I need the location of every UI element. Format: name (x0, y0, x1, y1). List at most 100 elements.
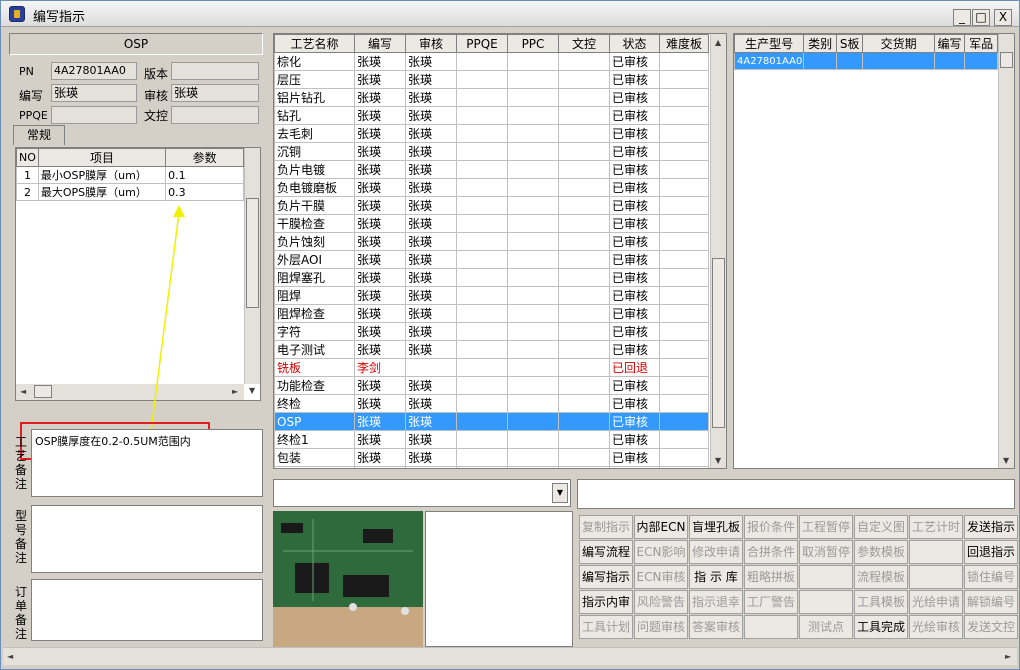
process-row[interactable]: 终检 张瑛 张瑛 已审核 (274, 394, 709, 413)
action-button[interactable] (744, 615, 798, 639)
process-row[interactable]: 铝片钻孔 张瑛 张瑛 已审核 (274, 88, 709, 107)
action-button[interactable]: 工具模板 (854, 590, 908, 614)
action-button[interactable]: 流程模板 (854, 565, 908, 589)
action-button[interactable]: 发送指示 (964, 515, 1018, 539)
action-button[interactable]: 修改申请 (689, 540, 743, 564)
action-button[interactable]: 自定义图 (854, 515, 908, 539)
process-row[interactable]: 负片蚀刻 张瑛 张瑛 已审核 (274, 232, 709, 251)
action-button[interactable]: 指 示 库 (689, 565, 743, 589)
param-vscroll-thumb[interactable] (246, 198, 259, 308)
close-button[interactable]: X (994, 9, 1012, 26)
process-row[interactable]: 终检1 张瑛 张瑛 已审核 (274, 430, 709, 449)
doc-control-field[interactable] (171, 106, 259, 124)
action-button[interactable] (799, 590, 853, 614)
param-row[interactable]: 1 最小OSP膜厚（um） 0.1 (16, 166, 244, 184)
process-row[interactable]: 负电镀磨板 张瑛 张瑛 已审核 (274, 178, 709, 197)
action-button[interactable]: 工程暂停 (799, 515, 853, 539)
process-vscroll-thumb[interactable] (712, 258, 725, 428)
process-row[interactable]: 电子测试 张瑛 张瑛 已审核 (274, 340, 709, 359)
action-button[interactable]: ECN审核 (634, 565, 688, 589)
process-row[interactable]: 负片电镀 张瑛 张瑛 已审核 (274, 160, 709, 179)
param-value[interactable]: 0.1 (165, 166, 244, 184)
action-button[interactable]: 测试点 (799, 615, 853, 639)
process-note-text[interactable]: OSP膜厚度在0.2-0.5UM范围内 (32, 430, 262, 452)
product-vscroll-thumb[interactable] (1000, 52, 1013, 68)
scroll-right-icon[interactable]: ► (232, 387, 238, 396)
tab-general[interactable]: 常规 (13, 125, 65, 145)
process-vscrollbar[interactable]: ▲ ▼ (710, 34, 726, 468)
action-button[interactable]: 报价条件 (744, 515, 798, 539)
action-button[interactable]: 复制指示 (579, 515, 633, 539)
action-button[interactable]: 粗略拼板 (744, 565, 798, 589)
scroll-up-icon[interactable]: ▲ (715, 38, 721, 47)
product-row[interactable]: 4A27801AA0 (734, 52, 998, 70)
action-button[interactable]: 编写指示 (579, 565, 633, 589)
param-hscrollbar[interactable]: ◄ ► (16, 384, 244, 400)
action-button[interactable]: 答案审核 (689, 615, 743, 639)
action-button[interactable]: 编写流程 (579, 540, 633, 564)
process-row[interactable]: 阻焊 张瑛 张瑛 已审核 (274, 286, 709, 305)
writer-field[interactable]: 张瑛 (51, 84, 137, 102)
col-status[interactable]: 状态 (609, 34, 660, 53)
action-button[interactable]: 盲埋孔板 (689, 515, 743, 539)
action-button[interactable]: 解锁编号 (964, 590, 1018, 614)
version-field[interactable] (171, 62, 259, 80)
process-row[interactable]: 外层AOI 张瑛 张瑛 已审核 (274, 250, 709, 269)
process-row[interactable]: 干膜检查 张瑛 张瑛 已审核 (274, 214, 709, 233)
chevron-down-icon[interactable]: ▼ (552, 483, 568, 503)
param-col-item[interactable]: 项目 (37, 148, 167, 167)
maximize-button[interactable]: □ (972, 9, 990, 26)
process-row[interactable]: 阻焊检查 张瑛 张瑛 已审核 (274, 304, 709, 323)
ppqe-field[interactable] (51, 106, 137, 124)
process-row[interactable]: 字符 张瑛 张瑛 已审核 (274, 322, 709, 341)
pn-field[interactable]: 4A27801AA0 (51, 62, 137, 80)
action-button[interactable]: 工艺计时 (909, 515, 963, 539)
process-row[interactable]: 铣板 李剑 已回退 (274, 358, 709, 377)
col-category[interactable]: 类别 (803, 34, 837, 53)
process-row[interactable]: 去毛刺 张瑛 张瑛 已审核 (274, 124, 709, 143)
param-value[interactable]: 0.3 (165, 183, 244, 201)
col-writer[interactable]: 编写 (933, 34, 966, 53)
type-note-memo[interactable] (31, 505, 263, 573)
action-button[interactable]: 取消暂停 (799, 540, 853, 564)
action-button[interactable]: 工厂警告 (744, 590, 798, 614)
action-button[interactable]: 锁住编号 (964, 565, 1018, 589)
col-doc-control[interactable]: 文控 (558, 34, 610, 53)
action-button[interactable]: 指示内审 (579, 590, 633, 614)
param-hscroll-thumb[interactable] (34, 385, 52, 398)
action-button[interactable]: ECN影响 (634, 540, 688, 564)
col-delivery[interactable]: 交货期 (862, 34, 935, 53)
process-note-memo[interactable]: OSP膜厚度在0.2-0.5UM范围内 (31, 429, 263, 497)
process-row[interactable]: 负片干膜 张瑛 张瑛 已审核 (274, 196, 709, 215)
product-vscrollbar[interactable]: ▼ (998, 34, 1014, 468)
action-button[interactable]: 风险警告 (634, 590, 688, 614)
process-row[interactable]: 层压 张瑛 张瑛 已审核 (274, 70, 709, 89)
col-ppqe[interactable]: PPQE (456, 34, 508, 53)
scroll-down-icon[interactable]: ▼ (249, 386, 255, 395)
window-hscrollbar[interactable]: ◄ ► (3, 647, 1017, 665)
scroll-down-icon[interactable]: ▼ (1003, 456, 1009, 465)
action-button[interactable]: 回退指示 (964, 540, 1018, 564)
action-button[interactable]: 参数模板 (854, 540, 908, 564)
process-row[interactable]: 包装 张瑛 张瑛 已审核 (274, 448, 709, 467)
remark-input[interactable] (577, 479, 1015, 509)
action-button[interactable]: 工具计划 (579, 615, 633, 639)
process-row[interactable]: 成品仓张瑛张瑛已审核 (274, 466, 709, 468)
minimize-button[interactable]: _ (953, 9, 971, 26)
action-button[interactable]: 光绘申请 (909, 590, 963, 614)
process-row[interactable]: 棕化 张瑛 张瑛 已审核 (274, 52, 709, 71)
col-s-board[interactable]: S板 (835, 34, 864, 53)
process-select[interactable]: ▼ (273, 479, 571, 507)
col-model[interactable]: 生产型号 (734, 34, 805, 53)
process-row[interactable]: OSP 张瑛 张瑛 已审核 (274, 412, 709, 431)
col-reviewer[interactable]: 审核 (405, 34, 457, 53)
process-row[interactable]: 沉铜 张瑛 张瑛 已审核 (274, 142, 709, 161)
param-vscrollbar[interactable]: ▼ (244, 148, 260, 395)
action-button[interactable]: 光绘审核 (909, 615, 963, 639)
action-button[interactable] (909, 565, 963, 589)
action-button[interactable]: 指示退幸 (689, 590, 743, 614)
scroll-down-icon[interactable]: ▼ (715, 456, 721, 465)
scroll-left-icon[interactable]: ◄ (20, 387, 26, 396)
col-ppc[interactable]: PPC (507, 34, 559, 53)
action-button[interactable] (799, 565, 853, 589)
